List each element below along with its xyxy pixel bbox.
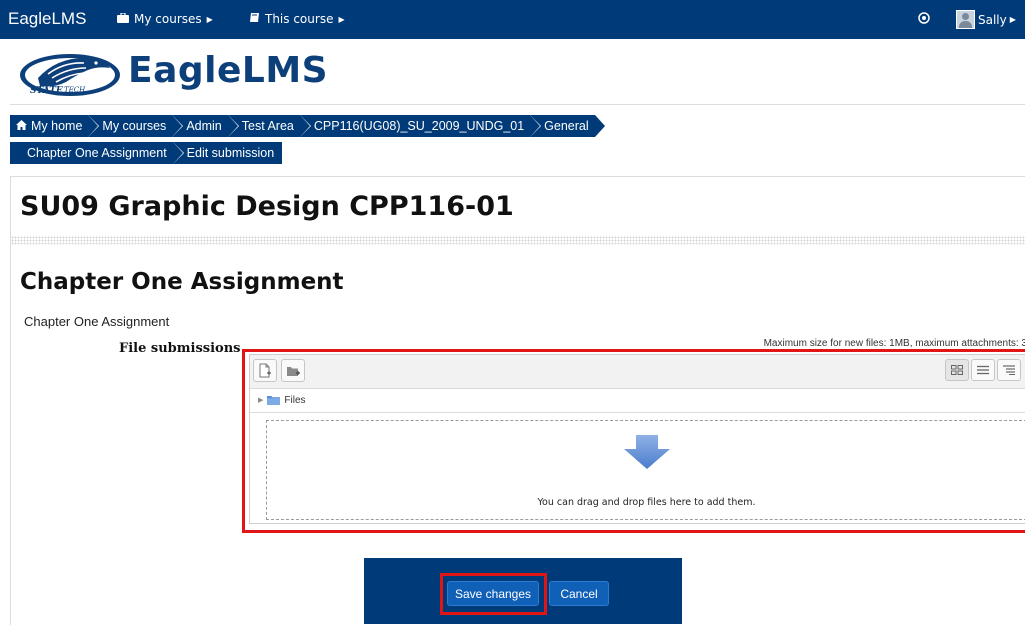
user-name: Sally [978, 12, 1007, 27]
user-menu[interactable]: Sally ▶ [956, 10, 1016, 29]
breadcrumb: My home My courses Admin Test Area CPP11… [10, 115, 606, 137]
add-file-button[interactable] [253, 359, 277, 382]
svg-text:STATE: STATE [30, 86, 63, 96]
breadcrumb-my-home[interactable]: My home [10, 115, 100, 137]
tree-view-icon [1003, 365, 1015, 375]
caret-right-icon: ▶ [1009, 15, 1016, 24]
breadcrumb-chapter-one-assignment[interactable]: Chapter One Assignment [10, 142, 184, 164]
home-icon [16, 115, 27, 137]
breadcrumb-my-courses[interactable]: My courses [88, 115, 184, 137]
breadcrumb-edit-submission: Edit submission [172, 142, 283, 164]
breadcrumb-course[interactable]: CPP116(UG08)_SU_2009_UNDG_01 [299, 115, 542, 137]
eagle-logo-icon: STATE TECH [20, 54, 120, 96]
form-actions: Save changes Cancel [364, 558, 682, 624]
assignment-title: Chapter One Assignment [20, 269, 344, 295]
caret-right-icon: ▶ [338, 14, 345, 24]
file-submissions-label: File submissions [119, 341, 241, 356]
file-drop-zone[interactable]: You can drag and drop files here to add … [266, 420, 1025, 520]
expand-icon: ▶ [258, 397, 264, 404]
divider [11, 236, 1025, 245]
breadcrumb-label: Chapter One Assignment [27, 146, 167, 160]
avatar [956, 10, 975, 29]
this-course-menu[interactable]: This course ▶ [249, 12, 345, 26]
view-icons-button[interactable] [945, 359, 969, 381]
breadcrumb-label: General [544, 119, 589, 133]
drop-hint: You can drag and drop files here to add … [537, 497, 756, 508]
file-limits-text: Maximum size for new files: 1MB, maximum… [763, 338, 1025, 349]
arrow-down-icon [624, 435, 670, 469]
highlight-box [440, 573, 547, 615]
add-file-icon [259, 363, 271, 378]
main-region: SU09 Graphic Design CPP116-01 Chapter On… [10, 176, 1025, 625]
header-divider [10, 104, 1025, 105]
folder-name: Files [284, 394, 306, 406]
breadcrumb-label: CPP116(UG08)_SU_2009_UNDG_01 [313, 119, 525, 133]
view-tree-button[interactable] [997, 359, 1021, 381]
breadcrumb-label: Admin [186, 119, 222, 133]
book-icon [249, 12, 260, 26]
top-navbar: EagleLMS My courses ▶ This course ▶ Sall… [0, 0, 1025, 39]
folder-icon [267, 396, 281, 405]
file-path-bar[interactable]: ▶ Files [250, 388, 1025, 413]
breadcrumb-label: Test Area [241, 119, 294, 133]
briefcase-icon [117, 11, 129, 26]
file-manager-toolbar [250, 355, 1025, 389]
brand-link[interactable]: EagleLMS [8, 9, 86, 29]
cancel-button[interactable]: Cancel [549, 581, 609, 606]
view-list-button[interactable] [971, 359, 995, 381]
site-logo[interactable]: STATE TECH EagleLMS [18, 48, 348, 100]
page-title: SU09 Graphic Design CPP116-01 [20, 191, 514, 222]
this-course-label: This course [265, 12, 334, 26]
breadcrumb-row-2: Chapter One Assignment Edit submission [10, 142, 283, 164]
file-manager: ▶ Files You can drag and drop files here… [249, 354, 1025, 524]
grid-view-icon [951, 365, 963, 375]
assignment-intro: Chapter One Assignment [24, 314, 170, 329]
list-view-icon [977, 365, 989, 375]
logo-text: EagleLMS [128, 50, 329, 91]
svg-text:TECH: TECH [64, 86, 86, 94]
breadcrumb-label: Edit submission [186, 146, 275, 160]
caret-right-icon: ▶ [206, 14, 213, 24]
breadcrumb-label: My home [31, 119, 83, 133]
my-courses-menu[interactable]: My courses ▶ [117, 11, 213, 26]
my-courses-label: My courses [134, 12, 202, 26]
notifications-icon[interactable] [918, 12, 930, 28]
create-folder-icon [286, 366, 300, 376]
breadcrumb-label: My courses [102, 119, 167, 133]
create-folder-button[interactable] [281, 359, 305, 382]
